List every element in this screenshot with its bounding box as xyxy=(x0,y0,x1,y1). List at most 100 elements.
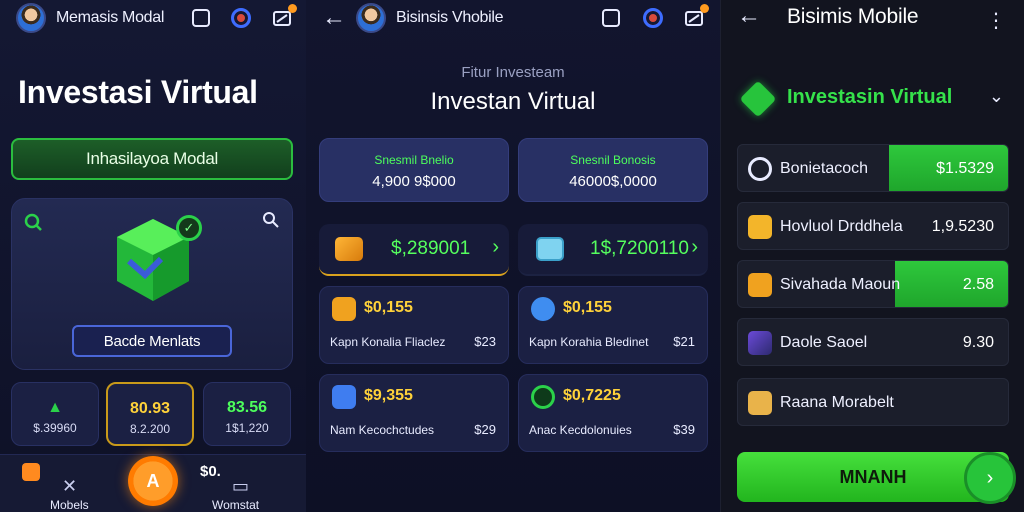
card-value: $39 xyxy=(673,422,695,437)
wallet-icon xyxy=(748,391,772,415)
asset-value: 9.30 xyxy=(962,334,994,351)
search-icon[interactable] xyxy=(262,211,280,234)
bonus-card[interactable]: Snesnil Bonosis 46000$,0000 xyxy=(518,138,708,202)
asset-name: Raana Morabelt xyxy=(780,394,894,411)
card-amount: $0,7225 xyxy=(563,387,621,404)
card-label: Kapn Korahia Bledinet xyxy=(529,335,649,349)
gold-bars-icon xyxy=(335,237,363,261)
avatar[interactable] xyxy=(356,3,386,33)
investment-card[interactable]: $0,155 Kapn Korahia Bledinet $21 xyxy=(518,286,708,364)
page-title: Investan Virtual xyxy=(430,88,596,115)
refresh-icon xyxy=(748,157,772,181)
mini-stat-card[interactable]: 80.93 8.2.200 xyxy=(106,382,194,446)
asset-name: Hovluol Drddhela xyxy=(780,218,903,235)
target-icon xyxy=(531,385,555,409)
asset-row[interactable]: Sivahada Maoun 2.58 xyxy=(737,260,1009,308)
investment-gem-icon xyxy=(739,80,777,118)
balance-label: Snesmil Bnelio xyxy=(374,153,454,167)
asset-row[interactable]: Hovluol Drddhela 1,9.5230 xyxy=(737,202,1009,250)
card-label: Kapn Konalia Fliaclez xyxy=(330,335,446,349)
mini-stat-card[interactable]: 83.56 1$1,220 xyxy=(203,382,291,446)
chevron-down-icon[interactable]: ⌄ xyxy=(989,86,1004,107)
notification-icon[interactable] xyxy=(272,4,297,29)
profile-icon[interactable] xyxy=(230,7,252,29)
screen-right: ← Bisimis Mobile ⋮ Investasin Virtual ⌄ … xyxy=(720,0,1024,512)
chevron-right-icon[interactable]: › xyxy=(691,236,698,259)
coin-icon xyxy=(22,463,40,481)
gold-bars-icon xyxy=(748,215,772,239)
treasure-chest-icon xyxy=(748,273,772,297)
asset-row[interactable]: Bonietacoch $1.5329 xyxy=(737,144,1009,192)
search-badge-icon[interactable] xyxy=(24,213,44,238)
section-title: Investasin Virtual xyxy=(787,86,953,108)
asset-row[interactable]: Raana Morabelt xyxy=(737,378,1009,426)
models-icon[interactable]: ✕ xyxy=(62,476,77,497)
portfolio-amount: $,289001 xyxy=(391,238,471,259)
avatar[interactable] xyxy=(16,3,46,33)
asset-value: $1.5329 xyxy=(936,160,994,177)
asset-name: Sivahada Maoun xyxy=(780,276,901,293)
check-badge-icon: ✓ xyxy=(176,215,202,241)
money-bag-icon xyxy=(332,297,356,321)
top-bar: Memasis Modal xyxy=(0,0,306,36)
portfolio-row[interactable]: 1$,7200110 › xyxy=(518,224,708,276)
mini-stat-card[interactable]: ▲ $.39960 xyxy=(11,382,99,446)
bonus-label: Snesnil Bonosis xyxy=(570,153,656,167)
app-title: Memasis Modal xyxy=(56,9,165,26)
asset-value: 2.58 xyxy=(962,276,994,293)
mini-stat-amount: 83.56 xyxy=(226,399,268,416)
fab-button[interactable]: A xyxy=(128,456,178,506)
chat-icon[interactable] xyxy=(190,7,212,29)
page-title: Investasi Virtual xyxy=(18,74,258,110)
card-amount: $9,355 xyxy=(364,387,413,404)
asset-row[interactable]: Daole Saoel 9.30 xyxy=(737,318,1009,366)
mini-stat-value: 8.2.200 xyxy=(129,422,171,436)
stats-icon[interactable]: ▭ xyxy=(232,476,249,497)
back-arrow-icon[interactable]: ← xyxy=(737,2,761,30)
balance-value: 4,900 9$000 xyxy=(372,173,456,190)
chevron-right-icon[interactable]: › xyxy=(492,236,499,259)
nav-item-models[interactable]: Mobels xyxy=(50,498,89,512)
hero-action-button[interactable]: Bacde Menlats xyxy=(72,325,232,357)
mini-stat-value: 1$1,220 xyxy=(225,421,269,435)
card-amount: $0,155 xyxy=(364,299,413,316)
notification-badge xyxy=(700,4,709,13)
screen-left: Memasis Modal Investasi Virtual Inhasila… xyxy=(0,0,306,512)
mini-stat-value: $.39960 xyxy=(33,421,77,435)
gear-icon xyxy=(531,297,555,321)
card-value: $23 xyxy=(474,334,496,349)
modal-banner-button[interactable]: Inhasilayoa Modal xyxy=(11,138,293,180)
page-subtitle: Fitur Investeam xyxy=(461,64,565,81)
investment-card[interactable]: $9,355 Nam Kecochctudes $29 xyxy=(319,374,509,452)
profile-icon[interactable] xyxy=(642,7,664,29)
stat-icon: ▲ xyxy=(47,399,63,416)
chat-icon[interactable] xyxy=(600,7,622,29)
balance-card[interactable]: Snesmil Bnelio 4,900 9$000 xyxy=(319,138,509,202)
more-options-icon[interactable]: ⋮ xyxy=(986,8,1006,33)
notification-icon[interactable] xyxy=(684,4,709,29)
mini-stat-amount: 80.93 xyxy=(129,400,171,417)
screen-middle: ← Bisinsis Vhobile Fitur Investeam Inves… xyxy=(306,0,720,512)
investment-card[interactable]: $0,155 Kapn Konalia Fliaclez $23 xyxy=(319,286,509,364)
card-value: $21 xyxy=(673,334,695,349)
portfolio-amount: 1$,7200110 xyxy=(590,238,689,259)
chart-icon xyxy=(748,331,772,355)
card-amount: $0,155 xyxy=(563,299,612,316)
asset-name: Bonietacoch xyxy=(780,160,869,177)
hero-card: ✓ Bacde Menlats xyxy=(11,198,293,370)
go-arrow-icon[interactable]: › xyxy=(964,452,1016,504)
asset-name: Daole Saoel xyxy=(780,334,868,351)
app-title: Bisimis Mobile xyxy=(787,5,919,28)
app-title: Bisinsis Vhobile xyxy=(396,9,504,26)
portfolio-row[interactable]: $,289001 › xyxy=(319,224,509,276)
nav-item-stats[interactable]: Womstat xyxy=(212,498,259,512)
top-bar: ← Bisinsis Vhobile xyxy=(306,0,720,36)
card-label: Anac Kecdolonuies xyxy=(529,423,632,437)
cash-icon xyxy=(536,237,564,261)
back-arrow-icon[interactable]: ← xyxy=(322,4,346,32)
card-label: Nam Kecochctudes xyxy=(330,423,435,437)
partial-row-text: $0. xyxy=(200,463,221,480)
investment-card[interactable]: $0,7225 Anac Kecdolonuies $39 xyxy=(518,374,708,452)
bonus-value: 46000$,0000 xyxy=(569,173,657,190)
briefcase-icon xyxy=(332,385,356,409)
